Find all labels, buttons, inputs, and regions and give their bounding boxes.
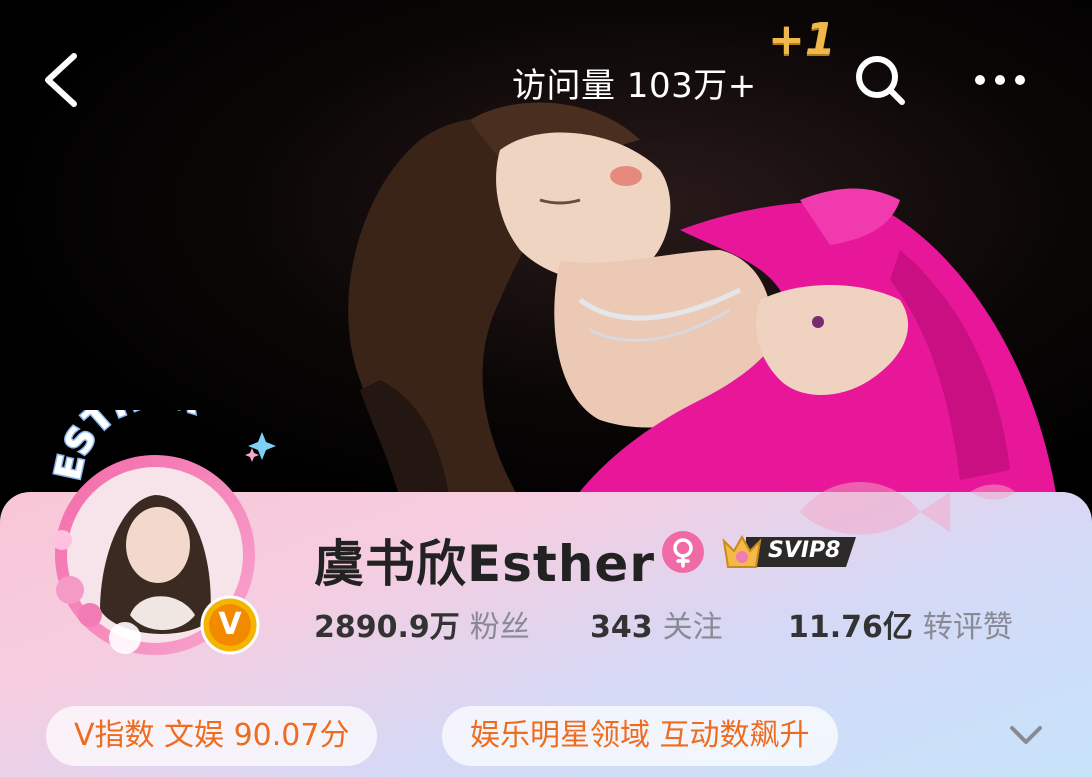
chevron-left-icon[interactable] bbox=[36, 48, 92, 112]
stat-label: 关注 bbox=[662, 610, 723, 645]
stat-label: 转评赞 bbox=[922, 610, 1013, 645]
verified-badge-icon: V bbox=[218, 607, 242, 642]
stat-value: 11.76亿 bbox=[788, 610, 913, 645]
stat-label: 粉丝 bbox=[469, 610, 530, 645]
chevron-down-icon[interactable] bbox=[1006, 718, 1046, 752]
stat-value: 2890.9万 bbox=[314, 610, 460, 645]
more-dots-icon[interactable] bbox=[970, 56, 1030, 104]
search-icon[interactable] bbox=[852, 52, 908, 108]
female-gender-icon bbox=[662, 531, 704, 573]
domain-trend-chip[interactable]: 娱乐明星领域 互动数飙升 bbox=[442, 706, 838, 766]
v-index-chip[interactable]: V指数 文娱 90.07分 bbox=[46, 706, 378, 766]
visit-increment: +1 bbox=[768, 14, 836, 65]
avatar[interactable]: ESTHER V bbox=[30, 373, 280, 670]
profile-name: 虞书欣Esther bbox=[314, 535, 655, 593]
stat-following[interactable]: 343 关注 bbox=[590, 602, 723, 646]
stat-followers[interactable]: 2890.9万 粉丝 bbox=[314, 602, 530, 646]
svip-label: SVIP8 bbox=[768, 538, 841, 563]
stat-value: 343 bbox=[590, 610, 653, 645]
stat-interactions[interactable]: 11.76亿 转评赞 bbox=[788, 602, 1013, 646]
top-bar: 访问量 103万+ +1 bbox=[0, 0, 1092, 160]
visit-count: 访问量 103万+ bbox=[512, 66, 757, 106]
